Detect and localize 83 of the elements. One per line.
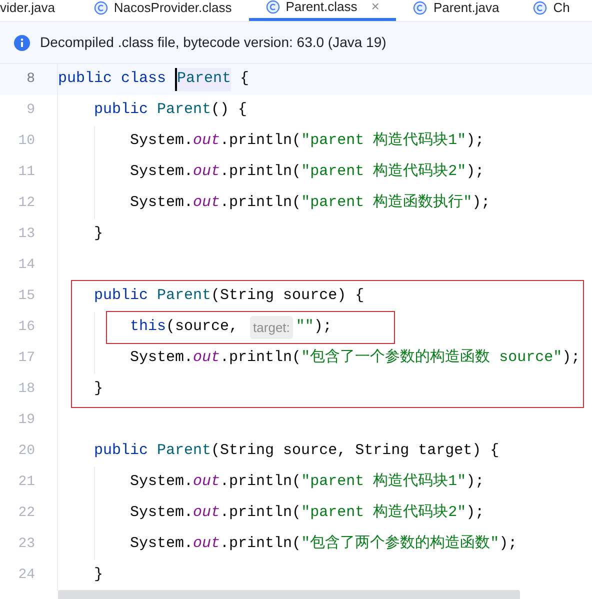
code-token: public xyxy=(93,441,150,462)
code-token: ); xyxy=(466,162,484,182)
code-token: out xyxy=(193,503,220,524)
line-number: 15 xyxy=(18,287,35,306)
code-token: out xyxy=(193,472,220,492)
line-number: 12 xyxy=(18,194,35,213)
info-message: Decompiled .class file, bytecode version: 63.0 (Java 19) xyxy=(40,33,386,52)
code-token: (String source, String target) { xyxy=(211,441,500,462)
code-token: .println( xyxy=(220,193,302,214)
code-token: "parent 构造代码块2" xyxy=(301,162,466,182)
line-number: 22 xyxy=(18,504,35,523)
line-number: 21 xyxy=(18,473,35,492)
code-token: ); xyxy=(466,503,484,524)
code-token: public xyxy=(93,286,150,306)
code-token: Parent xyxy=(157,441,212,462)
code-token: } xyxy=(93,379,104,400)
editor-tab[interactable]: vider.java xyxy=(0,0,77,21)
code-token: this xyxy=(129,317,166,338)
line-number: 9 xyxy=(26,101,35,120)
code-token: "包含了两个参数的构造函数" xyxy=(301,534,500,554)
code-token: Parent xyxy=(157,100,212,120)
code-token: "" xyxy=(296,317,314,338)
code-token: ); xyxy=(499,534,518,554)
line-number: 20 xyxy=(18,442,35,461)
code-token: .println( xyxy=(220,131,302,152)
code-token: { xyxy=(239,69,250,90)
code-token: ); xyxy=(314,317,332,338)
code-token: ); xyxy=(466,472,484,492)
code-token: System. xyxy=(129,131,194,152)
code-token: public xyxy=(93,100,150,120)
code-token: System. xyxy=(129,162,194,182)
code-token: "parent 构造代码块2" xyxy=(301,502,466,524)
parameter-hint: target: xyxy=(250,316,293,340)
code-token: } xyxy=(93,224,104,244)
code-token: out xyxy=(193,534,220,554)
code-token: System. xyxy=(129,472,194,492)
code-token: "parent 构造函数执行" xyxy=(301,192,472,214)
line-number: 16 xyxy=(18,318,35,337)
code-token: ); xyxy=(562,348,580,368)
line-number: 10 xyxy=(18,132,35,151)
class-icon xyxy=(266,0,280,14)
code-token: (String source) { xyxy=(211,286,364,306)
code-token: out xyxy=(193,162,220,182)
code-token: } xyxy=(93,565,104,586)
line-number: 14 xyxy=(18,256,35,275)
editor-tab[interactable]: Parent.java xyxy=(396,0,516,21)
code-token: "parent 构造代码块1" xyxy=(301,130,466,152)
horizontal-scrollbar[interactable] xyxy=(58,590,520,599)
line-number: 8 xyxy=(26,70,35,89)
code-token: out xyxy=(193,193,220,214)
code-token: out xyxy=(193,131,220,152)
code-token: out xyxy=(193,348,220,368)
info-icon xyxy=(14,34,30,50)
code-token: ); xyxy=(472,193,490,214)
code-token: .println( xyxy=(220,348,302,368)
code-token: .println( xyxy=(220,503,302,524)
line-number: 13 xyxy=(18,225,35,244)
class-icon xyxy=(413,1,428,15)
code-token: "parent 构造代码块1" xyxy=(301,472,466,492)
code-token: System. xyxy=(129,348,194,368)
line-number: 23 xyxy=(18,535,35,554)
code-token: System. xyxy=(129,193,194,214)
code-token: System. xyxy=(129,503,194,524)
line-number: 17 xyxy=(18,349,35,368)
code-token: .println( xyxy=(220,472,302,492)
class-icon xyxy=(94,1,108,15)
code-token: .println( xyxy=(220,534,302,554)
line-number: 11 xyxy=(18,163,35,182)
code-token: Parent xyxy=(157,286,212,306)
line-number: 19 xyxy=(18,411,35,430)
code-token: .println( xyxy=(220,162,302,182)
code-token: Parent xyxy=(175,68,232,91)
code-token: (source, xyxy=(166,317,240,338)
line-number: 24 xyxy=(18,566,35,585)
class-icon xyxy=(533,1,548,15)
code-token: "包含了一个参数的构造函数 source" xyxy=(301,348,562,368)
code-token: () { xyxy=(211,100,248,120)
code-token: public class xyxy=(58,69,168,90)
code-token: ); xyxy=(466,131,484,152)
code-token: System. xyxy=(129,534,194,554)
editor-tab[interactable]: NacosProvider.class xyxy=(76,0,249,21)
line-number: 18 xyxy=(18,380,35,399)
editor-tab[interactable]: Ch xyxy=(516,0,587,21)
